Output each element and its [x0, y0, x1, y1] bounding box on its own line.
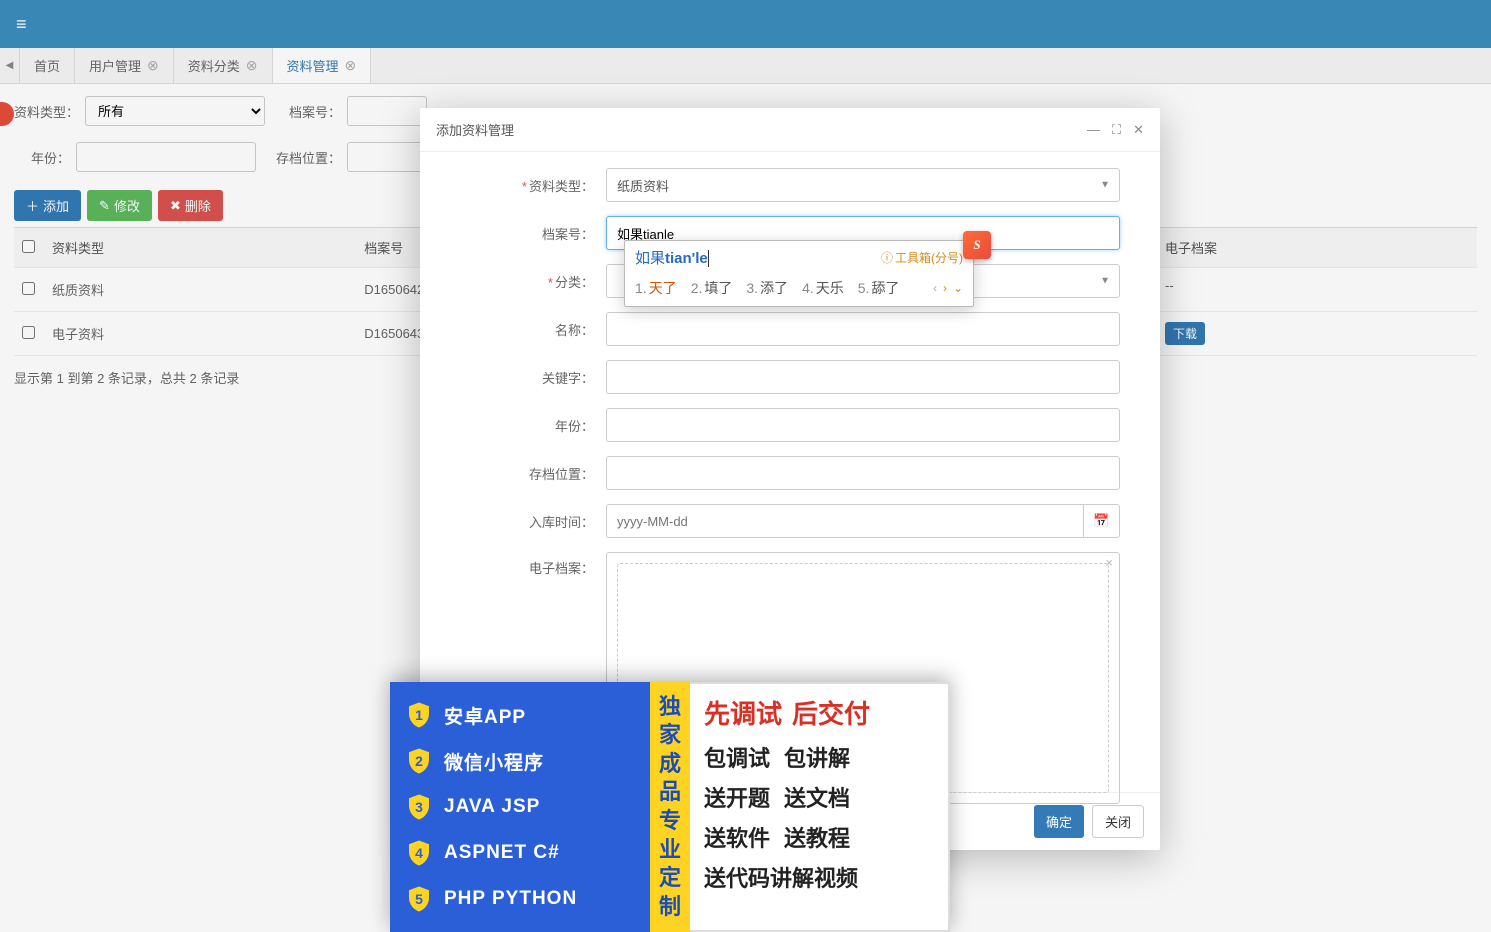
ime-candidate[interactable]: 1.天了	[635, 278, 677, 298]
shield-icon: 5	[404, 884, 434, 914]
ime-expand-icon[interactable]: ⌄	[953, 281, 963, 295]
type-select-value: 纸质资料	[606, 168, 1120, 202]
shield-icon: 2	[404, 746, 434, 776]
modal-header: 添加资料管理 — ⛶ ✕	[420, 108, 1160, 152]
label-name: 名称：	[555, 323, 594, 338]
ad-mid-char: 成	[659, 750, 681, 779]
close-icon[interactable]: ✕	[1133, 122, 1144, 138]
ad-text: 包调试	[704, 741, 770, 773]
maximize-icon[interactable]: ⛶	[1112, 122, 1121, 138]
shield-icon: 1	[404, 700, 434, 730]
ime-candidate[interactable]: 4.天乐	[802, 278, 844, 298]
ime-popup: S 如果tian'le ⓘ工具箱(分号) 1.天了 2.填了 3.添了 4.天乐…	[624, 240, 974, 307]
ad-mid-char: 品	[659, 778, 681, 807]
type-select[interactable]: 纸质资料 ▼	[606, 168, 1120, 202]
ad-text: 安卓APP	[444, 702, 526, 729]
label-type: 资料类型：	[529, 179, 594, 194]
ad-right-panel: 先调试后交付 包调试包讲解 送开题送文档 送软件送教程 送代码讲解视频	[690, 682, 950, 932]
ad-left-panel: 1 安卓APP 2 微信小程序 3 JAVA JSP 4 ASPNET C# 5 PHP …	[390, 682, 650, 932]
ime-composition: 如果tian'le	[635, 247, 709, 268]
ad-mid-char: 独	[659, 693, 681, 722]
ad-text: JAVA JSP	[444, 796, 540, 818]
year-input[interactable]	[606, 408, 1120, 442]
name-input[interactable]	[606, 312, 1120, 346]
info-icon: ⓘ	[881, 249, 893, 266]
overlay-ad: 1 安卓APP 2 微信小程序 3 JAVA JSP 4 ASPNET C# 5 PHP …	[390, 682, 950, 932]
ad-text: 先调试	[704, 694, 782, 731]
label-cat: 分类：	[555, 275, 594, 290]
ad-text: 包讲解	[784, 741, 850, 773]
modal-title: 添加资料管理	[436, 120, 514, 139]
label-year: 年份：	[555, 419, 594, 434]
ime-prev-icon[interactable]: ‹	[933, 281, 937, 295]
keyword-input[interactable]	[606, 360, 1120, 394]
ime-candidate[interactable]: 5.舔了	[858, 278, 900, 298]
ime-candidate[interactable]: 2.填了	[691, 278, 733, 298]
ad-text: 微信小程序	[444, 748, 544, 775]
ad-mid-char: 家	[659, 721, 681, 750]
ime-candidates: 1.天了 2.填了 3.添了 4.天乐 5.舔了 ‹ › ⌄	[625, 274, 973, 306]
location-input[interactable]	[606, 456, 1120, 490]
ad-mid-char: 业	[659, 836, 681, 865]
sogou-logo-icon: S	[963, 231, 991, 259]
close-icon[interactable]: ×	[1105, 555, 1113, 570]
ad-text: 后交付	[792, 694, 870, 731]
ad-mid-char: 专	[659, 807, 681, 836]
ad-text: 送代码讲解视频	[704, 861, 858, 893]
ime-toolbox[interactable]: ⓘ工具箱(分号)	[881, 249, 963, 266]
shield-icon: 4	[404, 838, 434, 868]
confirm-button[interactable]: 确定	[1034, 805, 1084, 838]
close-button[interactable]: 关闭	[1092, 805, 1144, 838]
label-keyword: 关键字：	[542, 371, 594, 386]
ad-mid-char: 制	[659, 893, 681, 922]
ime-next-icon[interactable]: ›	[943, 281, 947, 295]
calendar-icon[interactable]: 📅	[1084, 504, 1120, 538]
ad-text: 送软件	[704, 821, 770, 853]
shield-icon: 3	[404, 792, 434, 822]
ad-mid-panel: 独家成品专业定制	[650, 682, 690, 932]
label-time: 入库时间：	[529, 515, 594, 530]
ime-candidate[interactable]: 3.添了	[746, 278, 788, 298]
ad-text: 送文档	[784, 781, 850, 813]
minimize-icon[interactable]: —	[1087, 122, 1100, 138]
label-no: 档案号：	[542, 227, 594, 242]
ad-text: PHP PYTHON	[444, 888, 577, 910]
label-efile: 电子档案：	[529, 561, 594, 576]
ad-text: 送开题	[704, 781, 770, 813]
date-input[interactable]	[606, 504, 1084, 538]
label-loc: 存档位置：	[529, 467, 594, 482]
ad-text: ASPNET C#	[444, 842, 560, 864]
ad-text: 送教程	[784, 821, 850, 853]
ad-mid-char: 定	[659, 864, 681, 893]
